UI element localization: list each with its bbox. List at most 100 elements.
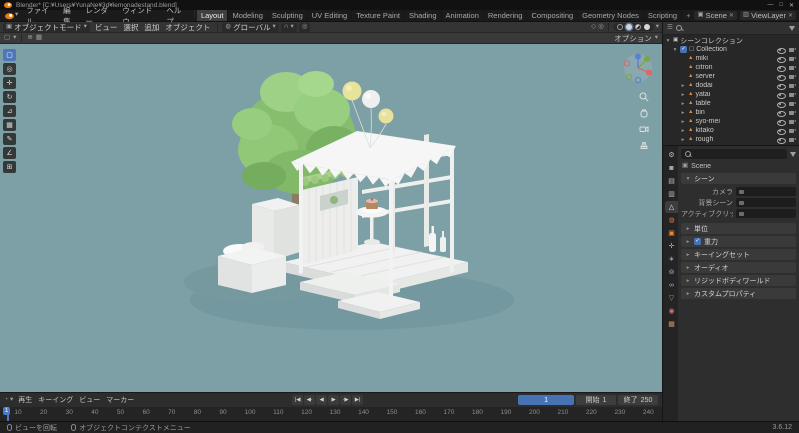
viewport-menu-item[interactable]: ビュー — [92, 22, 121, 33]
cursor-tool[interactable]: ◎ — [3, 63, 16, 75]
expand-arrow-icon[interactable]: ▾ — [665, 38, 671, 44]
chevron-down-icon[interactable]: ▾ — [10, 396, 13, 404]
menu-item[interactable]: ヘルプ — [162, 6, 192, 26]
solid-shading-button[interactable] — [625, 24, 632, 30]
frame-end-field[interactable]: 終了 250 — [618, 395, 659, 405]
item-name[interactable]: dodai — [695, 82, 712, 89]
snap-toggle[interactable]: ∩ ▾ — [280, 22, 297, 32]
disable-render-icon[interactable] — [788, 73, 797, 81]
outliner-row-server[interactable]: ▲ server — [663, 72, 799, 81]
disable-render-icon[interactable] — [788, 118, 797, 126]
add-workspace-button[interactable]: + — [682, 10, 694, 21]
tab-material[interactable]: ◉ — [665, 305, 678, 317]
section-units[interactable]: ▸ 単位 — [681, 223, 796, 234]
cursor-settings-icon[interactable]: ⊕ — [27, 34, 32, 42]
expand-arrow-icon[interactable]: ▸ — [680, 83, 686, 89]
expand-arrow-icon[interactable]: ▸ — [680, 101, 686, 107]
section-keying-sets[interactable]: ▸ キーイングセット — [681, 249, 796, 260]
section-gravity[interactable]: ▸ 重力 — [681, 236, 796, 247]
tab-object-data[interactable]: ▽ — [665, 292, 678, 304]
hide-viewport-icon[interactable] — [776, 82, 786, 90]
viewport-menu-item[interactable]: 追加 — [141, 22, 162, 33]
minimize-button[interactable]: — — [767, 2, 773, 9]
outliner-row-rough[interactable]: ▸ ▲ rough — [663, 135, 799, 144]
disable-render-icon[interactable] — [788, 46, 797, 54]
active-tool-icon[interactable]: ▢ — [4, 34, 10, 42]
tab-physics[interactable]: ⊚ — [665, 266, 678, 278]
rotate-tool[interactable]: ↻ — [3, 91, 16, 103]
timeline-menu-item[interactable]: マーカー — [103, 395, 137, 405]
tab-object[interactable]: ▣ — [665, 227, 678, 239]
workspace-tab-sculpting[interactable]: Sculpting — [268, 10, 308, 21]
tab-texture[interactable]: ▦ — [665, 318, 678, 330]
mode-selector[interactable]: ▣ オブジェクトモード ▾ — [3, 22, 90, 32]
hide-viewport-icon[interactable] — [776, 73, 786, 81]
zoom-icon[interactable] — [639, 92, 649, 102]
hide-viewport-icon[interactable] — [776, 91, 786, 99]
outliner-row-dodai[interactable]: ▸ ▲ dodai — [663, 81, 799, 90]
expand-arrow-icon[interactable]: ▸ — [680, 128, 686, 134]
item-name[interactable]: Collection — [696, 46, 727, 53]
timeline-menu-item[interactable]: ビュー — [76, 395, 103, 405]
outliner-row-kitako[interactable]: ▸ ▲ kitako — [663, 126, 799, 135]
hide-viewport-icon[interactable] — [776, 118, 786, 126]
item-name[interactable]: miki — [695, 55, 707, 62]
unlink-scene-icon[interactable]: ✕ — [729, 12, 734, 19]
disable-render-icon[interactable] — [788, 136, 797, 144]
blender-menu-button[interactable]: ▾ — [0, 10, 22, 21]
workspace-tab-layout[interactable]: Layout — [196, 10, 229, 21]
item-name[interactable]: table — [695, 100, 710, 107]
workspace-tab-shading[interactable]: Shading — [405, 10, 442, 21]
hide-viewport-icon[interactable] — [776, 109, 786, 117]
timeline-menu-item[interactable]: 再生 — [15, 395, 35, 405]
unlink-viewlayer-icon[interactable]: ✕ — [788, 12, 793, 19]
navigation-gizmo[interactable] — [622, 52, 654, 84]
workspace-tab-uv-editing[interactable]: UV Editing — [308, 10, 353, 21]
search-icon[interactable] — [676, 24, 684, 32]
item-name[interactable]: citron — [695, 64, 712, 71]
chevron-down-icon[interactable]: ▾ — [656, 23, 659, 31]
expand-arrow-icon[interactable]: ▸ — [680, 119, 686, 125]
filter-icon[interactable] — [789, 25, 795, 31]
expand-arrow-icon[interactable]: ▸ — [680, 92, 686, 98]
add-cube-tool[interactable]: ⊞ — [3, 161, 16, 173]
tab-scene[interactable]: △ — [665, 201, 678, 213]
jump-next-keyframe-button[interactable]: ·▶ — [340, 395, 352, 405]
material-preview-button[interactable] — [634, 24, 641, 30]
grid-settings-icon[interactable]: ▦ — [36, 34, 42, 42]
expand-arrow-icon[interactable]: ▸ — [680, 137, 686, 143]
options-dropdown[interactable]: オプション — [614, 33, 652, 44]
jump-prev-keyframe-button[interactable]: ◀· — [304, 395, 316, 405]
filter-icon[interactable] — [790, 151, 796, 157]
hide-viewport-icon[interactable] — [776, 55, 786, 63]
disable-render-icon[interactable] — [788, 100, 797, 108]
menu-item[interactable]: レンダー — [82, 6, 119, 26]
workspace-tab-modeling[interactable]: Modeling — [228, 10, 268, 21]
scale-tool[interactable]: ⊿ — [3, 105, 16, 117]
outliner-row-bin[interactable]: ▸ ▲ bin — [663, 108, 799, 117]
section-audio[interactable]: ▸ オーディオ — [681, 262, 796, 273]
frame-start-field[interactable]: 開始 1 — [576, 395, 617, 405]
menu-item[interactable]: ウィンドウ — [118, 6, 162, 26]
current-frame-field[interactable]: 1 — [518, 395, 575, 405]
outliner-row-syomei[interactable]: ▸ ▲ syo-mei — [663, 117, 799, 126]
item-name[interactable]: kitako — [695, 127, 713, 134]
tab-output[interactable]: ▤ — [665, 175, 678, 187]
camera-view-icon[interactable] — [639, 124, 649, 134]
tab-particles[interactable]: ∗ — [665, 253, 678, 265]
workspace-tab-texture-paint[interactable]: Texture Paint — [352, 10, 405, 21]
section-checkbox[interactable] — [694, 238, 701, 245]
scene-selector[interactable]: ▣ Scene ✕ — [694, 11, 737, 20]
tab-modifiers[interactable]: ✛ — [665, 240, 678, 252]
disable-render-icon[interactable] — [788, 64, 797, 72]
field-input[interactable] — [736, 198, 796, 207]
item-name[interactable]: rough — [695, 136, 713, 143]
tab-render[interactable]: ◙ — [665, 162, 678, 174]
menu-item[interactable]: 編集 — [59, 6, 81, 26]
item-name[interactable]: bin — [695, 109, 704, 116]
outliner-row-scene-collection[interactable]: ▾ ▣ シーンコレクション — [663, 36, 799, 45]
timeline-menu-item[interactable]: キーイング — [35, 395, 76, 405]
perspective-grid-icon[interactable] — [639, 140, 649, 150]
viewport-canvas[interactable] — [0, 44, 662, 392]
workspace-tab-geometry-nodes[interactable]: Geometry Nodes — [578, 10, 644, 21]
